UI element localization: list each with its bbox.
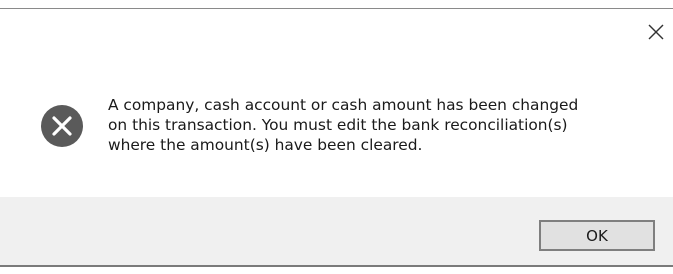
error-dialog: A company, cash account or cash amount h… — [0, 0, 673, 274]
close-icon — [648, 24, 664, 40]
close-button[interactable] — [643, 19, 669, 45]
bottom-border — [0, 265, 673, 267]
error-icon — [41, 105, 83, 147]
dialog-content: A company, cash account or cash amount h… — [0, 50, 673, 195]
top-border — [0, 8, 673, 9]
dialog-message: A company, cash account or cash amount h… — [108, 96, 579, 154]
dialog-footer: OK — [0, 197, 673, 265]
ok-button[interactable]: OK — [539, 220, 655, 251]
